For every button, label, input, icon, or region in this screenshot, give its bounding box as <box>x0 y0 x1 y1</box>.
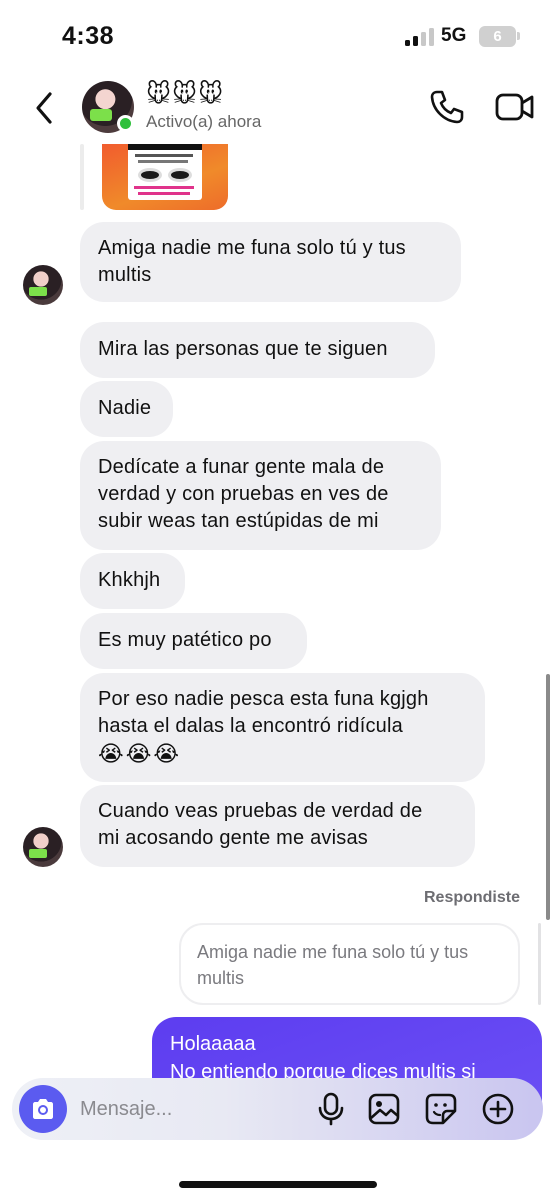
image-icon[interactable] <box>367 1092 401 1126</box>
battery-tip <box>517 32 520 40</box>
online-indicator <box>117 115 134 132</box>
message-input[interactable] <box>80 1092 300 1126</box>
message-thread[interactable]: Amiga nadie me funa solo tú y tus multis… <box>0 144 555 1200</box>
message-text: Nadie <box>98 397 152 419</box>
message-text: Dedícate a funar gente mala de verdad y … <box>98 456 389 532</box>
sticker-icon[interactable] <box>424 1092 458 1126</box>
battery-icon: 6 <box>479 26 516 47</box>
back-chevron-icon[interactable] <box>30 90 60 126</box>
microphone-icon[interactable] <box>315 1092 347 1126</box>
sender-avatar[interactable] <box>23 827 63 867</box>
replied-label: Respondiste <box>423 889 520 906</box>
message-text: Amiga nadie me funa solo tú y tus multis <box>98 237 406 286</box>
status-time: 4:38 <box>62 22 115 50</box>
received-message[interactable]: Mira las personas que te siguen <box>80 322 435 378</box>
received-message[interactable]: Es muy patético po <box>80 613 307 669</box>
received-message[interactable]: Nadie <box>80 381 173 437</box>
network-type: 5G <box>441 25 467 46</box>
message-text: Khkhjh <box>98 569 161 591</box>
shared-image-preview[interactable] <box>102 144 228 210</box>
status-bar: 4:38 5G 6 <box>0 0 555 72</box>
home-indicator[interactable] <box>179 1181 377 1188</box>
received-message[interactable]: Amiga nadie me funa solo tú y tus multis <box>80 222 461 302</box>
message-text: Cuando veas pruebas de verdad de mi acos… <box>98 800 423 849</box>
plus-icon[interactable] <box>481 1092 515 1126</box>
message-text: Mira las personas que te siguen <box>98 338 388 360</box>
message-text: Por eso nadie pesca esta funa kgjgh hast… <box>98 688 429 737</box>
received-message[interactable]: Por eso nadie pesca esta funa kgjgh hast… <box>80 673 485 782</box>
battery-level: 6 <box>493 28 502 45</box>
video-camera-icon[interactable] <box>494 90 536 124</box>
cellular-signal-icon <box>405 28 435 46</box>
received-message[interactable]: Khkhjh <box>80 553 185 609</box>
scrollbar-thumb[interactable] <box>546 674 550 920</box>
message-text: Es muy patético po <box>98 629 272 651</box>
chat-header: 🐭🐭🐭 Activo(a) ahora <box>0 72 555 144</box>
sender-avatar[interactable] <box>23 265 63 305</box>
reply-thread-line <box>80 144 84 210</box>
camera-button[interactable] <box>19 1085 67 1133</box>
reply-indicator-bar <box>538 923 541 1005</box>
quoted-message[interactable]: Amiga nadie me funa solo tú y tus multis <box>179 923 520 1005</box>
camera-icon <box>33 1099 53 1119</box>
phone-icon[interactable] <box>428 88 466 126</box>
message-composer <box>12 1078 543 1140</box>
received-message[interactable]: Dedícate a funar gente mala de verdad y … <box>80 441 441 550</box>
contact-name[interactable]: 🐭🐭🐭 <box>146 82 224 108</box>
received-message[interactable]: Cuando veas pruebas de verdad de mi acos… <box>80 785 475 867</box>
contact-status: Activo(a) ahora <box>146 112 262 131</box>
crying-emoji-row: 😭😭😭 <box>98 741 182 766</box>
